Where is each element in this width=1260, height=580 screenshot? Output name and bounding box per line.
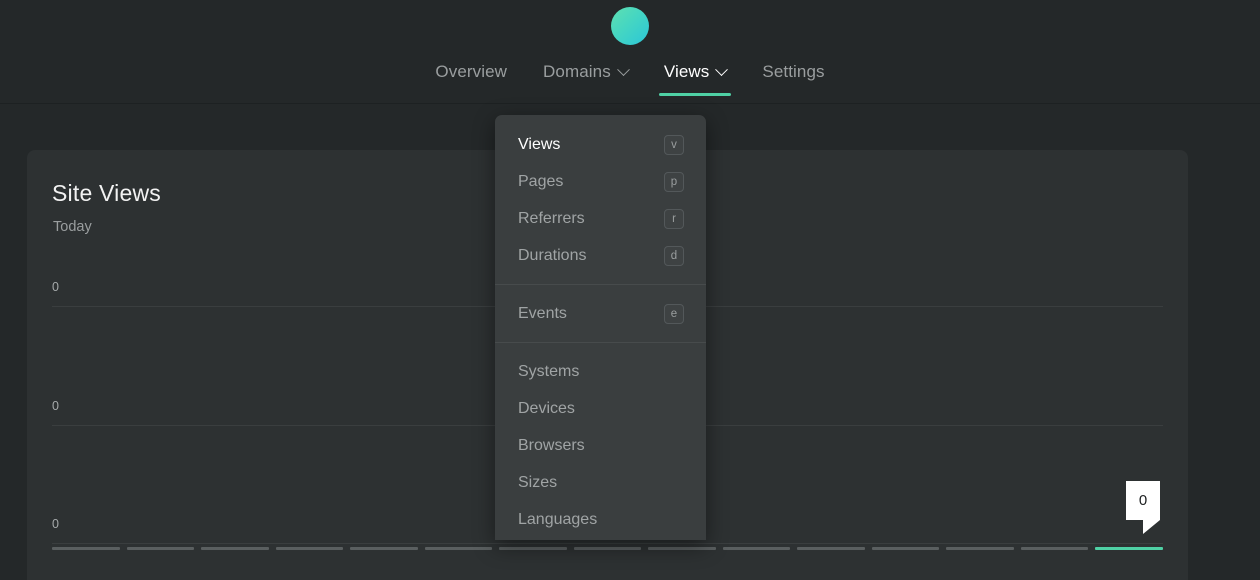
nav-label-overview: Overview <box>435 62 507 82</box>
chart-bar[interactable] <box>872 547 940 550</box>
menu-item-devices[interactable]: Devices <box>495 390 706 427</box>
menu-item-languages[interactable]: Languages <box>495 501 706 538</box>
app-header: Overview Domains Views Settings <box>0 0 1260 104</box>
nav-item-views[interactable]: Views <box>646 62 745 96</box>
views-dropdown-menu: Views v Pages p Referrers r Durations d Events e S… <box>495 115 706 540</box>
menu-item-views[interactable]: Views v <box>495 126 706 163</box>
menu-separator <box>495 342 706 343</box>
menu-item-events[interactable]: Events e <box>495 295 706 332</box>
chevron-down-icon <box>716 63 729 76</box>
app-logo[interactable] <box>611 7 649 45</box>
menu-item-label: Pages <box>518 173 563 191</box>
menu-item-durations[interactable]: Durations d <box>495 237 706 274</box>
nav-item-domains[interactable]: Domains <box>525 62 646 96</box>
logo-circle-icon <box>611 7 649 45</box>
menu-item-browsers[interactable]: Browsers <box>495 427 706 464</box>
chart-bar[interactable] <box>201 547 269 550</box>
menu-separator <box>495 284 706 285</box>
menu-item-label: Languages <box>518 511 597 529</box>
chart-tooltip: 0 <box>1126 481 1160 520</box>
menu-item-shortcut-badge: v <box>664 135 684 155</box>
menu-item-label: Events <box>518 305 567 323</box>
chart-bar[interactable] <box>723 547 791 550</box>
menu-item-label: Devices <box>518 400 575 418</box>
menu-item-label: Systems <box>518 363 579 381</box>
chart-bar[interactable] <box>276 547 344 550</box>
chart-bar[interactable] <box>574 547 642 550</box>
menu-item-label: Browsers <box>518 437 585 455</box>
menu-item-label: Sizes <box>518 474 557 492</box>
nav-label-views: Views <box>664 62 710 82</box>
chart-bar[interactable] <box>946 547 1014 550</box>
card-subtitle: Today <box>53 219 92 235</box>
chart-bar[interactable] <box>648 547 716 550</box>
chart-bars <box>52 545 1163 550</box>
page-title: Site Views <box>52 180 161 207</box>
y-axis-tick-bottom: 0 <box>52 517 59 531</box>
y-axis-tick-top: 0 <box>52 280 59 294</box>
nav-label-settings: Settings <box>762 62 824 82</box>
menu-item-shortcut-badge: e <box>664 304 684 324</box>
main-navigation: Overview Domains Views Settings <box>0 62 1260 96</box>
chart-bar[interactable] <box>425 547 493 550</box>
menu-item-sizes[interactable]: Sizes <box>495 464 706 501</box>
chart-bar[interactable] <box>127 547 195 550</box>
nav-label-domains: Domains <box>543 62 611 82</box>
chart-bar[interactable] <box>1095 547 1163 550</box>
nav-item-overview[interactable]: Overview <box>417 62 525 96</box>
menu-item-systems[interactable]: Systems <box>495 353 706 390</box>
chart-bar[interactable] <box>350 547 418 550</box>
menu-item-pages[interactable]: Pages p <box>495 163 706 200</box>
menu-item-referrers[interactable]: Referrers r <box>495 200 706 237</box>
nav-item-settings[interactable]: Settings <box>744 62 842 96</box>
chart-bar[interactable] <box>797 547 865 550</box>
menu-item-label: Durations <box>518 247 586 265</box>
chevron-down-icon <box>617 63 630 76</box>
menu-item-shortcut-badge: d <box>664 246 684 266</box>
y-axis-tick-middle: 0 <box>52 399 59 413</box>
menu-item-shortcut-badge: p <box>664 172 684 192</box>
chart-bar[interactable] <box>52 547 120 550</box>
menu-item-shortcut-badge: r <box>664 209 684 229</box>
gridline-bottom <box>52 543 1163 544</box>
menu-item-label: Views <box>518 136 560 154</box>
menu-item-label: Referrers <box>518 210 585 228</box>
chart-bar[interactable] <box>1021 547 1089 550</box>
chart-tooltip-tail <box>1143 520 1160 534</box>
chart-bar[interactable] <box>499 547 567 550</box>
